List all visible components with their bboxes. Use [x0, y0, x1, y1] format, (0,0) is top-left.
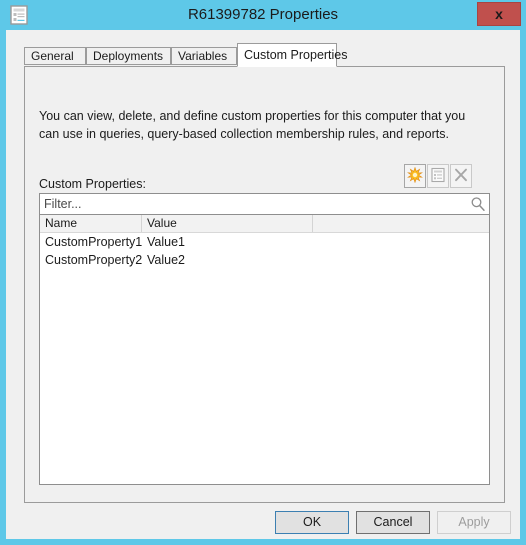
magnifier-icon[interactable]: [470, 196, 486, 212]
close-button[interactable]: x: [477, 2, 521, 26]
dialog-client-area: General Deployments Variables Custom Pro…: [6, 30, 520, 539]
properties-dialog-window: R61399782 Properties x General Deploymen…: [0, 0, 526, 545]
cell-value: Value1: [147, 235, 185, 249]
custom-properties-list[interactable]: Name Value CustomProperty1 Value1 Custom…: [39, 215, 490, 485]
properties-icon: [428, 167, 448, 183]
filter-box[interactable]: [39, 193, 490, 215]
custom-properties-panel: You can view, delete, and define custom …: [24, 66, 505, 503]
tab-variables[interactable]: Variables: [171, 47, 237, 65]
new-property-button[interactable]: [404, 164, 426, 188]
apply-button[interactable]: Apply: [437, 511, 511, 534]
column-header-filler: [313, 215, 489, 232]
cell-name: CustomProperty1: [45, 235, 143, 249]
column-header-name[interactable]: Name: [40, 215, 142, 232]
cancel-button[interactable]: Cancel: [356, 511, 430, 534]
ok-button[interactable]: OK: [275, 511, 349, 534]
list-header-row: Name Value: [40, 215, 489, 233]
table-row[interactable]: CustomProperty1 Value1: [40, 233, 489, 251]
column-header-value[interactable]: Value: [142, 215, 313, 232]
table-row[interactable]: CustomProperty2 Value2: [40, 251, 489, 269]
x-delete-icon: [451, 167, 471, 183]
custom-properties-label: Custom Properties:: [39, 177, 146, 191]
tab-custom-properties[interactable]: Custom Properties: [237, 43, 348, 67]
tab-deployments[interactable]: Deployments: [86, 47, 171, 65]
list-toolbar: [404, 164, 472, 190]
dialog-button-bar: OK Cancel Apply: [6, 503, 520, 539]
delete-property-button[interactable]: [450, 164, 472, 188]
close-icon: x: [495, 6, 503, 22]
tab-general[interactable]: General: [24, 47, 86, 65]
starburst-icon: [405, 167, 425, 183]
edit-property-button[interactable]: [427, 164, 449, 188]
title-bar[interactable]: R61399782 Properties x: [0, 0, 526, 30]
window-title: R61399782 Properties: [187, 6, 339, 23]
search-input[interactable]: [44, 194, 444, 214]
cell-value: Value2: [147, 253, 185, 267]
panel-description: You can view, delete, and define custom …: [39, 109, 466, 141]
cell-name: CustomProperty2: [45, 253, 143, 267]
